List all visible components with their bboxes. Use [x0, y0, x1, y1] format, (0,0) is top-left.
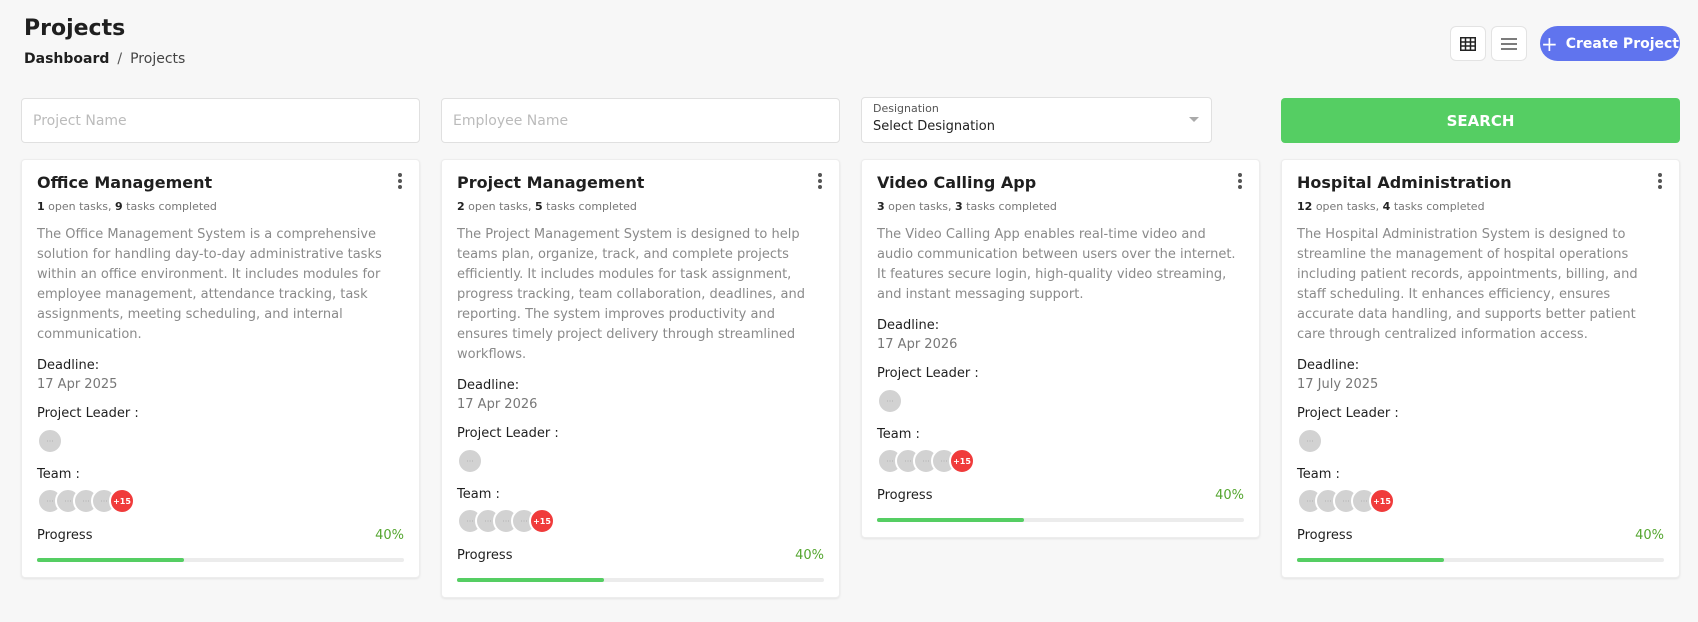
project-title[interactable]: Hospital Administration	[1297, 173, 1664, 192]
more-options-icon[interactable]	[815, 172, 825, 190]
completed-tasks-text: tasks completed	[546, 200, 637, 213]
progress-label: Progress	[457, 548, 513, 563]
progress-bar	[37, 558, 404, 562]
team-more-badge[interactable]: +15	[529, 508, 555, 534]
team-avatars: ··· ··· ··· ··· +15	[457, 508, 824, 534]
completed-tasks-count: 4	[1382, 200, 1391, 213]
breadcrumb-dashboard-link[interactable]: Dashboard	[24, 51, 109, 67]
grid-view-button[interactable]	[1450, 26, 1486, 61]
employee-name-input[interactable]: Employee Name	[441, 98, 840, 143]
deadline-value: 17 Apr 2026	[877, 337, 958, 352]
completed-tasks-text: tasks completed	[1393, 200, 1485, 213]
completed-tasks-text: tasks completed	[966, 200, 1057, 213]
open-tasks-count: 12	[1297, 200, 1313, 213]
search-button[interactable]: SEARCH	[1281, 98, 1680, 143]
open-tasks-count: 2	[457, 200, 465, 213]
avatar[interactable]: ···	[1297, 428, 1323, 454]
open-tasks-text: open tasks,	[1315, 200, 1380, 213]
progress-fill	[457, 578, 604, 582]
designation-value: Select Designation	[873, 119, 995, 134]
team-label: Team :	[1297, 467, 1340, 482]
project-card: Hospital Administration 12 open tasks, 4…	[1281, 159, 1680, 578]
project-description: The Hospital Administration System is de…	[1297, 227, 1638, 342]
project-card: Office Management 1 open tasks, 9 tasks …	[21, 159, 420, 578]
breadcrumb: Dashboard / Projects	[24, 51, 185, 67]
completed-tasks-count: 9	[115, 200, 123, 213]
project-description: The Project Management System is designe…	[457, 227, 805, 362]
more-options-icon[interactable]	[395, 172, 405, 190]
progress-label: Progress	[877, 488, 933, 503]
avatar[interactable]: ···	[37, 428, 63, 454]
open-tasks-text: open tasks,	[468, 200, 532, 213]
deadline-label: Deadline:	[877, 318, 940, 333]
project-card: Project Management 2 open tasks, 5 tasks…	[441, 159, 840, 598]
list-view-icon	[1501, 37, 1517, 50]
team-avatars: ··· ··· ··· ··· +15	[1297, 488, 1664, 514]
team-label: Team :	[37, 467, 80, 482]
deadline-value: 17 July 2025	[1297, 377, 1379, 392]
team-more-badge[interactable]: +15	[109, 488, 135, 514]
open-tasks-text: open tasks,	[888, 200, 952, 213]
project-leader-label: Project Leader :	[37, 406, 139, 421]
completed-tasks-count: 5	[535, 200, 543, 213]
open-tasks-count: 1	[37, 200, 45, 213]
more-options-icon[interactable]	[1655, 172, 1665, 190]
breadcrumb-current: Projects	[130, 51, 186, 67]
progress-bar	[877, 518, 1244, 522]
progress-label: Progress	[37, 528, 93, 543]
progress-bar	[1297, 558, 1664, 562]
task-summary: 2 open tasks, 5 tasks completed	[457, 200, 824, 213]
team-label: Team :	[877, 427, 920, 442]
chevron-down-icon	[1189, 117, 1199, 122]
list-view-button[interactable]	[1491, 26, 1527, 61]
project-card: Video Calling App 3 open tasks, 3 tasks …	[861, 159, 1260, 538]
more-options-icon[interactable]	[1235, 172, 1245, 190]
create-project-label: Create Project	[1565, 35, 1680, 52]
task-summary: 1 open tasks, 9 tasks completed	[37, 200, 404, 213]
project-description: The Video Calling App enables real-time …	[877, 227, 1236, 302]
project-description: The Office Management System is a compre…	[37, 227, 382, 342]
open-tasks-text: open tasks,	[48, 200, 112, 213]
completed-tasks-text: tasks completed	[126, 200, 217, 213]
team-label: Team :	[457, 487, 500, 502]
progress-bar	[457, 578, 824, 582]
task-summary: 12 open tasks, 4 tasks completed	[1297, 200, 1664, 213]
progress-fill	[877, 518, 1024, 522]
create-project-button[interactable]: + Create Project	[1540, 26, 1680, 61]
progress-percent: 40%	[795, 548, 824, 563]
page-title: Projects	[24, 16, 126, 41]
progress-fill	[37, 558, 184, 562]
grid-view-icon	[1460, 36, 1476, 51]
progress-fill	[1297, 558, 1444, 562]
project-title[interactable]: Office Management	[37, 173, 404, 192]
completed-tasks-count: 3	[955, 200, 963, 213]
project-leader-label: Project Leader :	[1297, 406, 1399, 421]
deadline-label: Deadline:	[37, 358, 100, 373]
designation-label: Designation	[873, 102, 939, 115]
deadline-label: Deadline:	[1297, 358, 1360, 373]
project-title[interactable]: Video Calling App	[877, 173, 1244, 192]
breadcrumb-separator: /	[117, 51, 123, 67]
team-avatars: ··· ··· ··· ··· +15	[37, 488, 404, 514]
deadline-value: 17 Apr 2026	[457, 397, 538, 412]
progress-percent: 40%	[375, 528, 404, 543]
deadline-label: Deadline:	[457, 378, 520, 393]
open-tasks-count: 3	[877, 200, 885, 213]
plus-icon: +	[1540, 31, 1558, 56]
progress-percent: 40%	[1215, 488, 1244, 503]
avatar[interactable]: ···	[457, 448, 483, 474]
progress-percent: 40%	[1635, 528, 1664, 543]
progress-label: Progress	[1297, 528, 1353, 543]
project-name-input[interactable]: Project Name	[21, 98, 420, 143]
team-more-badge[interactable]: +15	[949, 448, 975, 474]
project-title[interactable]: Project Management	[457, 173, 824, 192]
project-leader-label: Project Leader :	[877, 366, 979, 381]
team-more-badge[interactable]: +15	[1369, 488, 1395, 514]
designation-select[interactable]: Designation Select Designation	[861, 97, 1212, 143]
task-summary: 3 open tasks, 3 tasks completed	[877, 200, 1244, 213]
avatar[interactable]: ···	[877, 388, 903, 414]
team-avatars: ··· ··· ··· ··· +15	[877, 448, 1244, 474]
deadline-value: 17 Apr 2025	[37, 377, 118, 392]
project-leader-label: Project Leader :	[457, 426, 559, 441]
